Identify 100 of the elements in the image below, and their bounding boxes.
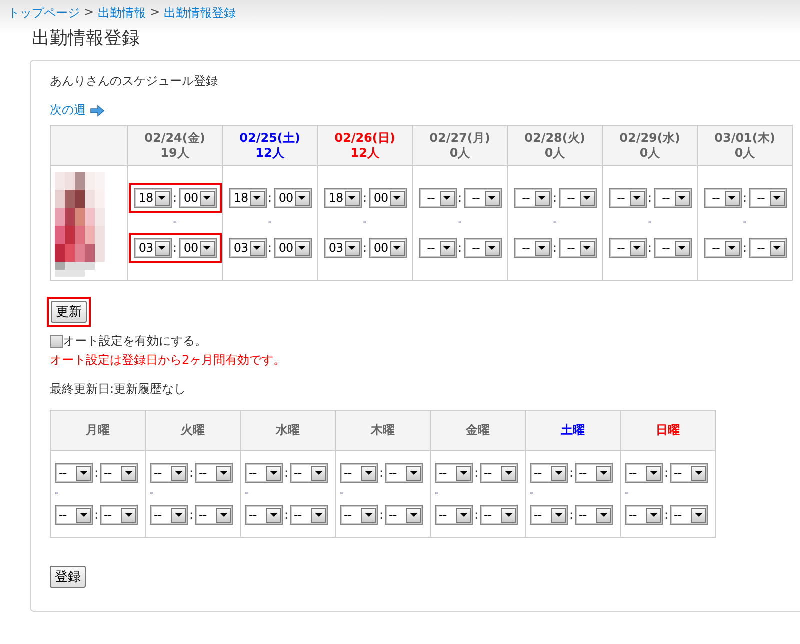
dash: - xyxy=(340,489,345,499)
colon: : xyxy=(284,508,289,522)
count-label: 0人 xyxy=(734,146,756,160)
time-select[interactable]: -- xyxy=(464,238,502,258)
colon: : xyxy=(648,241,652,255)
time-select[interactable]: 00 xyxy=(178,188,216,208)
count-label: 0人 xyxy=(638,146,662,160)
time-select[interactable]: 00 xyxy=(368,188,406,208)
schedule-heading: あんりさんのスケジュール登録 xyxy=(50,73,219,90)
time-select[interactable]: -- xyxy=(464,188,502,208)
time-select[interactable]: -- xyxy=(654,238,692,258)
breadcrumb-link[interactable]: トップページ xyxy=(8,5,80,20)
time-select[interactable]: -- xyxy=(704,238,742,258)
time-select[interactable]: -- xyxy=(480,505,518,525)
time-select[interactable]: -- xyxy=(100,505,138,525)
time-select[interactable]: -- xyxy=(385,505,423,525)
time-select[interactable]: 18 xyxy=(228,188,266,208)
time-select[interactable]: -- xyxy=(608,238,646,258)
colon: : xyxy=(379,508,384,522)
dash: - xyxy=(150,489,155,499)
time-select[interactable]: -- xyxy=(290,505,328,525)
date-label: 03/01(木) xyxy=(714,130,776,146)
time-select[interactable]: -- xyxy=(530,463,568,483)
time-select[interactable]: 03 xyxy=(134,238,172,258)
breadcrumb-link[interactable]: 出勤情報 xyxy=(98,5,146,20)
time-select[interactable]: -- xyxy=(748,188,786,208)
time-select[interactable]: 00 xyxy=(368,238,406,258)
time-select[interactable]: -- xyxy=(530,505,568,525)
update-button[interactable]: 更新 xyxy=(51,301,87,323)
time-select[interactable]: 00 xyxy=(178,238,216,258)
time-select[interactable]: -- xyxy=(670,463,708,483)
time-select[interactable]: 03 xyxy=(228,238,266,258)
time-select[interactable]: -- xyxy=(654,188,692,208)
time-select[interactable]: -- xyxy=(558,188,596,208)
time-select[interactable]: -- xyxy=(625,505,663,525)
time-select[interactable]: -- xyxy=(245,463,283,483)
time-select[interactable]: -- xyxy=(340,505,378,525)
colon: : xyxy=(268,241,272,255)
dash: - xyxy=(245,489,250,499)
count-label: 0人 xyxy=(448,146,472,160)
time-select[interactable]: -- xyxy=(575,463,613,483)
colon: : xyxy=(664,508,669,522)
time-select[interactable]: -- xyxy=(608,188,646,208)
breadcrumb-separator: > xyxy=(84,5,94,20)
time-select[interactable]: -- xyxy=(195,463,233,483)
next-week-link[interactable]: 次の週 xyxy=(50,102,105,119)
time-select[interactable]: -- xyxy=(575,505,613,525)
time-select[interactable]: -- xyxy=(150,505,188,525)
time-select[interactable]: -- xyxy=(704,188,742,208)
time-select[interactable]: 18 xyxy=(324,188,362,208)
time-select[interactable]: 00 xyxy=(274,238,312,258)
colon: : xyxy=(172,241,178,255)
time-select[interactable]: -- xyxy=(100,463,138,483)
weekday-label: 金曜 xyxy=(466,423,490,437)
time-select[interactable]: -- xyxy=(435,463,473,483)
time-select[interactable]: -- xyxy=(435,505,473,525)
dash: - xyxy=(435,489,440,499)
time-select[interactable]: -- xyxy=(150,463,188,483)
time-select[interactable]: 18 xyxy=(134,188,172,208)
time-select[interactable]: -- xyxy=(290,463,328,483)
time-select[interactable]: -- xyxy=(418,188,456,208)
colon: : xyxy=(742,241,748,255)
time-select[interactable]: -- xyxy=(514,188,552,208)
weekday-label: 土曜 xyxy=(561,423,585,437)
time-select[interactable]: -- xyxy=(625,463,663,483)
time-select[interactable]: -- xyxy=(195,505,233,525)
colon: : xyxy=(742,191,748,205)
dash: - xyxy=(553,217,557,229)
dash: - xyxy=(173,217,177,229)
time-select[interactable]: -- xyxy=(340,463,378,483)
colon: : xyxy=(458,241,462,255)
checkbox[interactable] xyxy=(50,335,63,348)
time-select[interactable]: -- xyxy=(55,463,93,483)
weekday-label: 月曜 xyxy=(86,423,110,437)
time-select[interactable]: -- xyxy=(385,463,423,483)
date-label: 02/27(月) xyxy=(428,130,492,146)
colon: : xyxy=(268,191,272,205)
colon: : xyxy=(284,466,289,480)
time-select[interactable]: 03 xyxy=(324,238,362,258)
time-select[interactable]: -- xyxy=(480,463,518,483)
time-select[interactable]: -- xyxy=(670,505,708,525)
time-select[interactable]: -- xyxy=(55,505,93,525)
register-button[interactable]: 登録 xyxy=(50,566,86,588)
auto-setting-label: オート設定を有効にする。 xyxy=(63,333,207,350)
count-label: 12人 xyxy=(254,146,286,160)
weekday-label: 木曜 xyxy=(371,423,395,437)
dash: - xyxy=(625,489,630,499)
time-select[interactable]: -- xyxy=(748,238,786,258)
colon: : xyxy=(552,191,558,205)
date-label: 02/29(水) xyxy=(618,130,682,146)
breadcrumb-link[interactable]: 出勤情報登録 xyxy=(164,5,236,20)
colon: : xyxy=(569,508,574,522)
time-select[interactable]: -- xyxy=(514,238,552,258)
time-select[interactable]: 00 xyxy=(274,188,312,208)
time-select[interactable]: -- xyxy=(418,238,456,258)
notice-text: オート設定は登録日から2ヶ月間有効です。 xyxy=(50,352,287,369)
time-select[interactable]: -- xyxy=(558,238,596,258)
time-select[interactable]: -- xyxy=(245,505,283,525)
date-label: 02/28(火) xyxy=(524,130,586,146)
weekday-label: 水曜 xyxy=(276,423,300,437)
